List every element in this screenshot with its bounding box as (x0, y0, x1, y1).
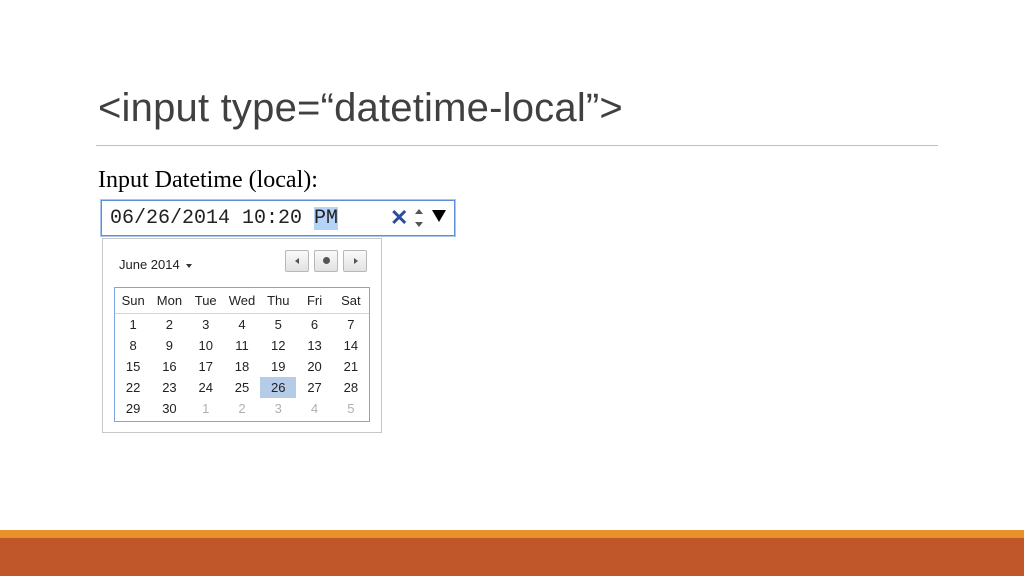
calendar-day-selected[interactable]: 26 (260, 377, 297, 398)
weekday-header: Sun Mon Tue Wed Thu Fri Sat (115, 288, 369, 314)
calendar-day[interactable]: 24 (188, 377, 224, 398)
calendar-day[interactable]: 28 (333, 377, 369, 398)
calendar-day[interactable]: 12 (260, 335, 296, 356)
next-month-button[interactable] (343, 250, 367, 272)
spinner-arrows-icon[interactable] (413, 206, 425, 232)
weekday-label: Thu (267, 293, 290, 308)
calendar-day[interactable]: 23 (151, 377, 187, 398)
calendar-popup: June 2014 Sun Mon Tue Wed Thu Fri Sat 12345678… (102, 238, 382, 433)
calendar-day[interactable]: 27 (296, 377, 332, 398)
calendar-day[interactable]: 19 (260, 356, 296, 377)
calendar-week-row: 22 23 24 25 26 27 28 (115, 377, 369, 398)
accent-bar-top (0, 530, 1024, 538)
calendar-grid: Sun Mon Tue Wed Thu Fri Sat 1 2 3 4 5 6 7 8 9 10 11 12 13 1… (114, 287, 370, 422)
today-button[interactable] (314, 250, 338, 272)
weekday-label: Sat (341, 293, 361, 308)
calendar-week-row: 15 16 17 18 19 20 21 (115, 356, 369, 377)
datetime-local-input[interactable]: 06/26/2014 10:20 PM ✕ (101, 200, 455, 236)
chevron-right-icon (354, 258, 358, 264)
datetime-value[interactable]: 06/26/2014 10:20 PM (110, 207, 339, 230)
ampm-segment[interactable]: PM (314, 207, 339, 230)
calendar-day[interactable]: 29 (115, 398, 151, 419)
weekday-label: Wed (228, 293, 256, 308)
calendar-day[interactable]: 1 (115, 314, 151, 335)
calendar-day[interactable]: 4 (224, 314, 260, 335)
weekday-label: Fri (306, 293, 323, 308)
accent-bar-bottom (0, 538, 1024, 576)
calendar-day[interactable]: 13 (296, 335, 332, 356)
calendar-day-other-month[interactable]: 5 (333, 398, 369, 419)
calendar-day-other-month[interactable]: 4 (296, 398, 332, 419)
calendar-day[interactable]: 22 (115, 377, 151, 398)
datetime-field-label: Input Datetime (local): (98, 167, 318, 193)
spin-down-icon[interactable] (415, 222, 423, 227)
calendar-week-row: 29 30 1 2 3 4 5 (115, 398, 369, 419)
datetime-value-text: 06/26/2014 10:20 (110, 207, 315, 230)
calendar-day[interactable]: 3 (188, 314, 224, 335)
calendar-day[interactable]: 16 (151, 356, 187, 377)
calendar-day[interactable]: 18 (224, 356, 260, 377)
calendar-day[interactable]: 17 (188, 356, 224, 377)
spin-up-icon[interactable] (415, 209, 423, 214)
calendar-week-row: 8 9 10 11 12 13 14 (115, 335, 369, 356)
month-year-select[interactable]: June 2014 (119, 257, 192, 272)
chevron-down-icon[interactable] (432, 210, 446, 222)
close-icon[interactable]: ✕ (390, 206, 408, 230)
caret-down-icon (185, 263, 192, 268)
calendar-day[interactable]: 15 (115, 356, 151, 377)
calendar-day[interactable]: 11 (224, 335, 260, 356)
weekday-label: Sun (121, 293, 145, 308)
calendar-day[interactable]: 9 (151, 335, 187, 356)
calendar-day[interactable]: 8 (115, 335, 151, 356)
slide-title: <input type=“datetime-local”> (98, 86, 623, 130)
calendar-day[interactable]: 6 (296, 314, 332, 335)
month-year-label: June 2014 (119, 257, 180, 272)
weekday-label: Tue (194, 293, 217, 308)
calendar-day-other-month[interactable]: 3 (260, 398, 296, 419)
weekday-label: Mon (156, 293, 183, 308)
calendar-day[interactable]: 7 (333, 314, 369, 335)
calendar-days: 1 2 3 4 5 6 7 8 9 10 11 12 13 14 15 16 17 18 19 20 21 22 23 24 2… (115, 314, 369, 419)
calendar-day[interactable]: 21 (333, 356, 369, 377)
prev-month-button[interactable] (285, 250, 309, 272)
calendar-day[interactable]: 5 (260, 314, 296, 335)
chevron-left-icon (295, 258, 299, 264)
calendar-day[interactable]: 14 (333, 335, 369, 356)
calendar-day[interactable]: 25 (224, 377, 260, 398)
calendar-week-row: 1234567 (115, 314, 369, 335)
calendar-day[interactable]: 10 (188, 335, 224, 356)
calendar-day[interactable]: 2 (151, 314, 187, 335)
calendar-day[interactable]: 20 (296, 356, 332, 377)
title-divider (96, 145, 938, 146)
calendar-day[interactable]: 30 (151, 398, 187, 419)
dot-icon (323, 257, 330, 264)
calendar-day-other-month[interactable]: 1 (188, 398, 224, 419)
calendar-day-other-month[interactable]: 2 (224, 398, 260, 419)
